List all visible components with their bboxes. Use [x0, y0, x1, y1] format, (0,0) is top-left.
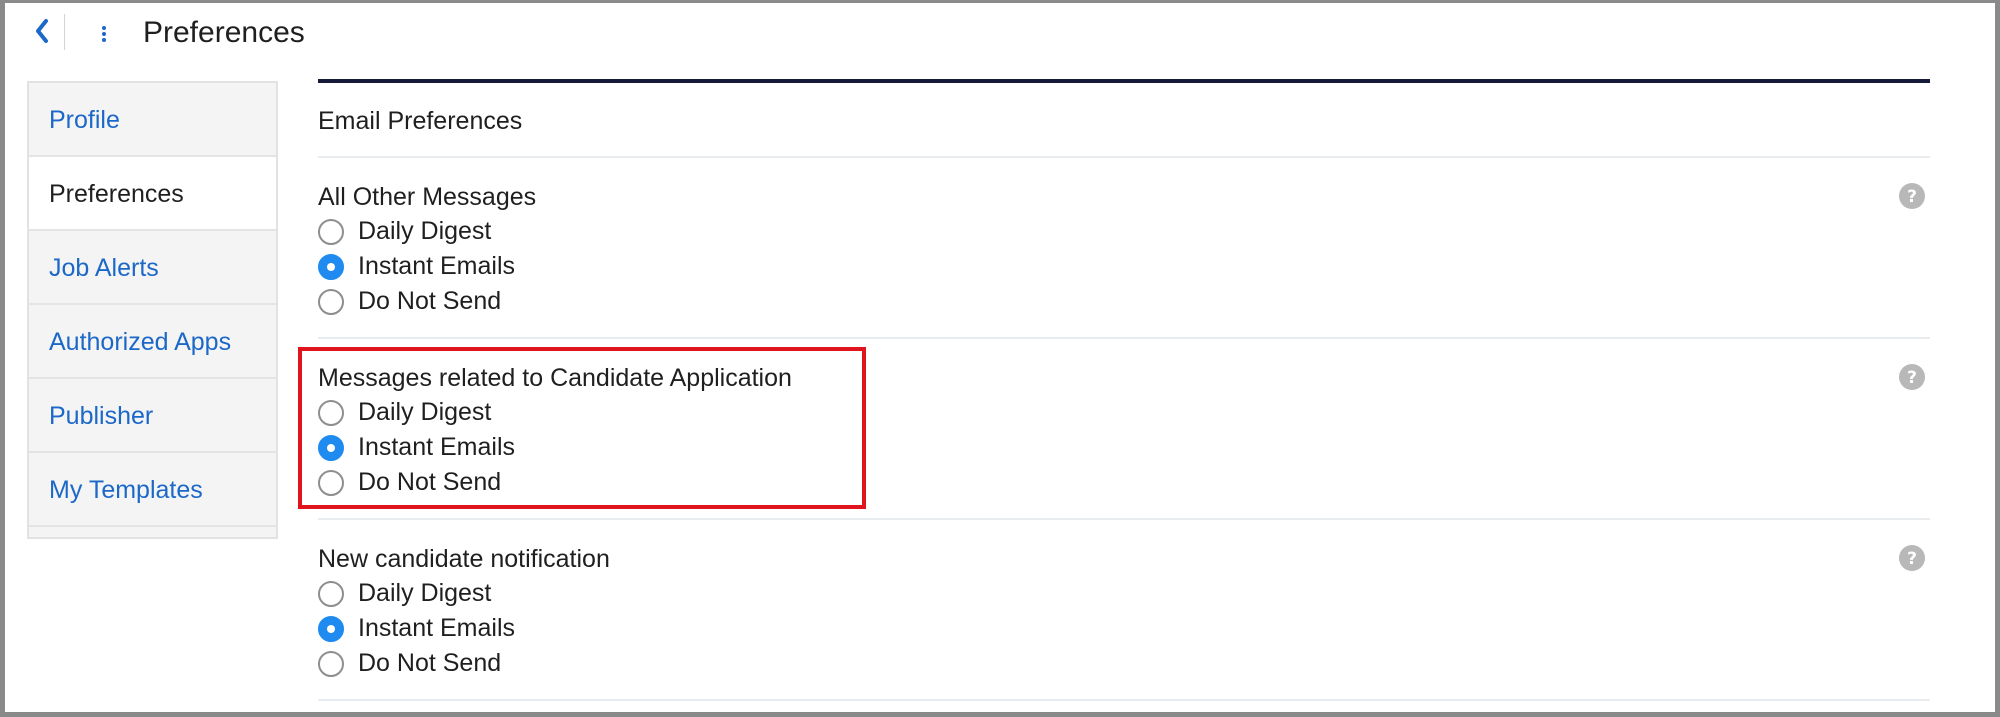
radio-button[interactable] — [318, 289, 344, 315]
radio-button-checked[interactable] — [318, 254, 344, 280]
question-circle-icon[interactable]: ? — [1898, 363, 1926, 391]
header-divider — [64, 14, 65, 50]
radio-label: Do Not Send — [358, 649, 502, 677]
kebab-menu-icon[interactable] — [94, 18, 114, 48]
radio-label: Daily Digest — [358, 217, 492, 245]
radio-label: Do Not Send — [358, 287, 502, 315]
sidebar-item-publisher[interactable]: Publisher — [29, 379, 276, 453]
radio-label: Instant Emails — [358, 252, 516, 280]
radio-button[interactable] — [318, 651, 344, 677]
sidebar-nav: Profile Preferences Job Alerts Authorize… — [27, 81, 278, 539]
highlight-annotation-box — [298, 347, 866, 509]
page-header: Preferences — [0, 0, 2000, 68]
group-title: All Other Messages — [318, 183, 537, 211]
divider — [318, 699, 1930, 701]
group-title: New candidate notification — [318, 545, 610, 573]
radio-label: Daily Digest — [358, 579, 492, 607]
sidebar-item-my-templates[interactable]: My Templates — [29, 453, 276, 527]
section-top-rule — [318, 79, 1930, 83]
svg-text:?: ? — [1907, 368, 1917, 388]
radio-button-checked[interactable] — [318, 616, 344, 642]
divider — [318, 518, 1930, 520]
sidebar-item-preferences[interactable]: Preferences — [29, 157, 276, 231]
divider — [318, 156, 1930, 158]
preference-group-new-candidate-notification: New candidate notification ? Daily Diges… — [318, 544, 1930, 704]
svg-text:?: ? — [1907, 187, 1917, 207]
svg-text:?: ? — [1907, 549, 1917, 569]
radio-button[interactable] — [318, 581, 344, 607]
sidebar-item-job-alerts[interactable]: Job Alerts — [29, 231, 276, 305]
page-title: Preferences — [143, 16, 305, 49]
question-circle-icon[interactable]: ? — [1898, 544, 1926, 572]
divider — [318, 337, 1930, 339]
chevron-left-icon[interactable] — [30, 12, 54, 50]
section-title: Email Preferences — [318, 107, 523, 135]
sidebar-item-authorized-apps[interactable]: Authorized Apps — [29, 305, 276, 379]
preference-group-all-other-messages: All Other Messages ? Daily Digest Instan… — [318, 182, 1930, 342]
question-circle-icon[interactable]: ? — [1898, 182, 1926, 210]
radio-label: Instant Emails — [358, 614, 516, 642]
radio-button[interactable] — [318, 219, 344, 245]
sidebar-item-profile[interactable]: Profile — [29, 83, 276, 157]
